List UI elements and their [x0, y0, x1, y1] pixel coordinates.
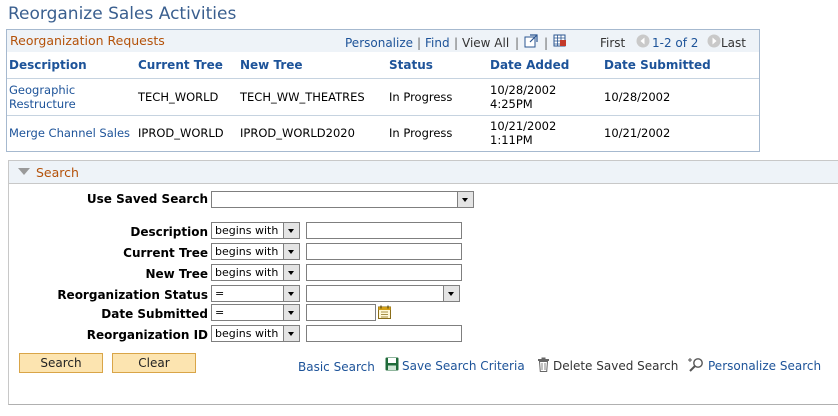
previous-arrow-icon[interactable] — [636, 34, 650, 48]
description-label: Description — [130, 225, 208, 239]
search-section-header[interactable]: Search — [9, 161, 838, 184]
delete-saved-search-link[interactable]: Delete Saved Search — [553, 359, 678, 373]
row-date-submitted: 10/21/2002 — [604, 126, 671, 140]
row-description-link[interactable]: Geographic Restructure — [9, 83, 76, 111]
chevron-down-icon[interactable] — [283, 265, 299, 280]
grid-title: Reorganization Requests — [10, 33, 165, 48]
separator: | — [454, 36, 459, 50]
page-title: Reorganize Sales Activities — [8, 4, 237, 24]
date-submitted-operator-select[interactable]: = — [211, 304, 300, 321]
search-section-title: Search — [36, 165, 79, 180]
use-saved-search-label: Use Saved Search — [86, 192, 208, 206]
find-link[interactable]: Find — [425, 36, 450, 50]
basic-search-link[interactable]: Basic Search — [298, 360, 375, 374]
current-tree-input[interactable] — [306, 243, 462, 260]
current-tree-label: Current Tree — [123, 246, 208, 260]
description-input[interactable] — [306, 222, 462, 239]
collapse-triangle-icon[interactable] — [18, 167, 30, 177]
new-window-icon[interactable] — [524, 34, 538, 48]
reorganization-id-input[interactable] — [306, 325, 462, 342]
row-new-tree: IPROD_WORLD2020 — [240, 126, 355, 140]
use-saved-search-select[interactable] — [211, 191, 474, 208]
chevron-down-icon[interactable] — [283, 326, 299, 341]
chevron-down-icon[interactable] — [283, 223, 299, 238]
personalize-magnifier-icon[interactable] — [687, 357, 705, 372]
clear-button[interactable]: Clear — [112, 353, 196, 373]
column-header-current-tree[interactable]: Current Tree — [138, 58, 223, 72]
first-label: First — [600, 36, 626, 50]
new-tree-operator-select[interactable]: begins with — [211, 264, 300, 281]
next-arrow-icon[interactable] — [707, 34, 721, 48]
last-label: Last — [721, 36, 746, 50]
chevron-down-icon[interactable] — [283, 286, 299, 301]
row-date-added: 10/28/2002 4:25PM — [490, 83, 557, 111]
row-status: In Progress — [389, 90, 453, 104]
new-tree-label: New Tree — [145, 267, 208, 281]
reorganization-id-label: Reorganization ID — [86, 328, 208, 342]
chevron-down-icon[interactable] — [457, 192, 473, 207]
chevron-down-icon[interactable] — [283, 244, 299, 259]
row-description-link[interactable]: Merge Channel Sales — [9, 126, 130, 140]
reorganization-status-label: Reorganization Status — [57, 288, 208, 302]
search-button[interactable]: Search — [19, 353, 103, 373]
view-all-link[interactable]: View All — [462, 36, 509, 50]
column-header-date-submitted[interactable]: Date Submitted — [604, 58, 711, 72]
personalize-search-link[interactable]: Personalize Search — [708, 359, 821, 373]
current-tree-operator-select[interactable]: begins with — [211, 243, 300, 260]
column-header-status[interactable]: Status — [389, 58, 433, 72]
reorganization-id-operator-select[interactable]: begins with — [211, 325, 300, 342]
reorganization-status-operator-select[interactable]: = — [211, 285, 300, 302]
separator: | — [544, 36, 549, 50]
separator: | — [417, 36, 422, 50]
row-date-added: 10/21/2002 1:11PM — [490, 119, 557, 147]
personalize-link[interactable]: Personalize — [345, 36, 413, 50]
date-submitted-label: Date Submitted — [101, 307, 208, 321]
calendar-icon[interactable] — [378, 305, 391, 319]
save-disk-icon[interactable] — [385, 357, 399, 371]
column-header-date-added[interactable]: Date Added — [490, 58, 569, 72]
download-spreadsheet-icon[interactable] — [553, 33, 567, 47]
chevron-down-icon[interactable] — [283, 305, 299, 320]
grid-header-bar: Reorganization Requests Personalize | Fi… — [7, 30, 759, 52]
column-header-row: Description Current Tree New Tree Status… — [7, 54, 759, 79]
date-submitted-input[interactable] — [306, 304, 376, 321]
new-tree-input[interactable] — [306, 264, 462, 281]
chevron-down-icon[interactable] — [443, 286, 459, 301]
description-operator-select[interactable]: begins with — [211, 222, 300, 239]
reorganization-requests-grid: Reorganization Requests Personalize | Fi… — [6, 29, 760, 152]
trash-icon[interactable] — [537, 357, 550, 372]
separator: | — [515, 36, 520, 50]
row-current-tree: TECH_WORLD — [138, 90, 219, 104]
table-row: Geographic Restructure TECH_WORLD TECH_W… — [7, 79, 759, 115]
column-header-description[interactable]: Description — [9, 58, 87, 72]
table-row: Merge Channel Sales IPROD_WORLD IPROD_WO… — [7, 116, 759, 150]
row-date-submitted: 10/28/2002 — [604, 90, 671, 104]
column-header-new-tree[interactable]: New Tree — [240, 58, 303, 72]
reorganization-status-value-select[interactable] — [306, 285, 460, 302]
save-search-criteria-link[interactable]: Save Search Criteria — [402, 359, 525, 373]
row-status: In Progress — [389, 126, 453, 140]
row-current-tree: IPROD_WORLD — [138, 126, 224, 140]
page-range: 1-2 of 2 — [652, 36, 699, 50]
row-new-tree: TECH_WW_THEATRES — [240, 90, 365, 104]
